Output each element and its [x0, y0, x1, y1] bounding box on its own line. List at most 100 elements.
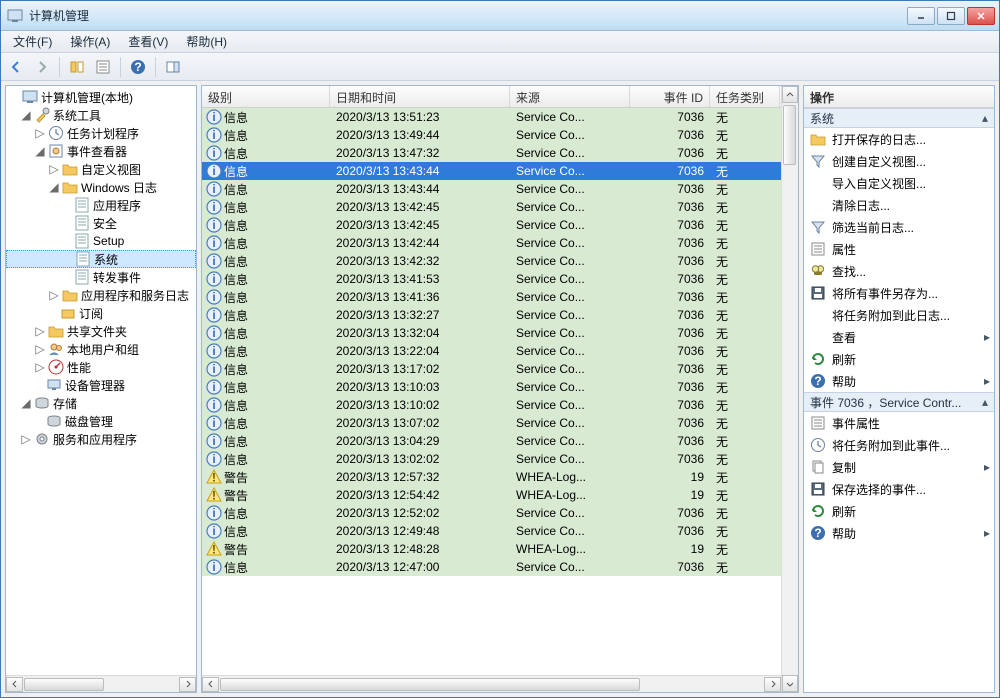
col-task-category[interactable]: 任务类别: [710, 86, 780, 107]
event-row[interactable]: 信息2020/3/13 13:41:53Service Co...7036无: [202, 270, 781, 288]
event-row[interactable]: 信息2020/3/13 13:07:02Service Co...7036无: [202, 414, 781, 432]
event-row[interactable]: 信息2020/3/13 13:47:32Service Co...7036无: [202, 144, 781, 162]
action-attach-task[interactable]: 将任务附加到此日志...: [804, 304, 994, 326]
expand-icon[interactable]: ▷: [48, 288, 60, 302]
expand-icon[interactable]: ▷: [34, 342, 46, 356]
back-button[interactable]: [5, 56, 27, 78]
tree-root[interactable]: 计算机管理(本地): [6, 88, 196, 106]
event-row[interactable]: 信息2020/3/13 13:42:45Service Co...7036无: [202, 198, 781, 216]
scroll-right-button[interactable]: [764, 677, 781, 692]
event-row[interactable]: 警告2020/3/13 12:48:28WHEA-Log...19无: [202, 540, 781, 558]
event-row[interactable]: 信息2020/3/13 13:42:32Service Co...7036无: [202, 252, 781, 270]
scroll-track[interactable]: [782, 103, 798, 675]
event-row[interactable]: 信息2020/3/13 13:51:23Service Co...7036无: [202, 108, 781, 126]
event-row[interactable]: 信息2020/3/13 12:47:00Service Co...7036无: [202, 558, 781, 576]
tree-forwarded[interactable]: 转发事件: [6, 268, 196, 286]
menu-view[interactable]: 查看(V): [120, 31, 176, 52]
collapse-icon[interactable]: ◢: [34, 144, 46, 158]
scroll-right-button[interactable]: [179, 677, 196, 692]
action-pane-button[interactable]: [162, 56, 184, 78]
help-button[interactable]: [127, 56, 149, 78]
scroll-track[interactable]: [219, 677, 764, 692]
event-row[interactable]: 信息2020/3/13 13:32:27Service Co...7036无: [202, 306, 781, 324]
tree-custom-views[interactable]: ▷自定义视图: [6, 160, 196, 178]
scroll-left-button[interactable]: [202, 677, 219, 692]
event-row[interactable]: 信息2020/3/13 13:17:02Service Co...7036无: [202, 360, 781, 378]
maximize-button[interactable]: [937, 7, 965, 25]
event-row[interactable]: 信息2020/3/13 13:42:45Service Co...7036无: [202, 216, 781, 234]
tree-app-log[interactable]: 应用程序: [6, 196, 196, 214]
event-row[interactable]: 信息2020/3/13 13:22:04Service Co...7036无: [202, 342, 781, 360]
col-level[interactable]: 级别: [202, 86, 330, 107]
action-event-properties[interactable]: 事件属性: [804, 412, 994, 434]
action-help-2[interactable]: 帮助▸: [804, 522, 994, 544]
list-hscrollbar[interactable]: [202, 675, 781, 692]
collapse-icon[interactable]: ◢: [48, 180, 60, 194]
event-row[interactable]: 信息2020/3/13 13:42:44Service Co...7036无: [202, 234, 781, 252]
action-view[interactable]: 查看▸: [804, 326, 994, 348]
event-row[interactable]: 信息2020/3/13 13:10:02Service Co...7036无: [202, 396, 781, 414]
collapse-icon[interactable]: ◢: [20, 108, 32, 122]
event-row[interactable]: 信息2020/3/13 13:04:29Service Co...7036无: [202, 432, 781, 450]
tree-setup-log[interactable]: Setup: [6, 232, 196, 250]
tree-services-apps[interactable]: ▷服务和应用程序: [6, 430, 196, 448]
expand-icon[interactable]: ▷: [34, 324, 46, 338]
tree-device-manager[interactable]: 设备管理器: [6, 376, 196, 394]
show-hide-tree-button[interactable]: [66, 56, 88, 78]
close-button[interactable]: [967, 7, 995, 25]
event-row[interactable]: 信息2020/3/13 13:43:44Service Co...7036无: [202, 180, 781, 198]
event-row[interactable]: 信息2020/3/13 13:02:02Service Co...7036无: [202, 450, 781, 468]
titlebar[interactable]: 计算机管理: [1, 1, 999, 31]
scroll-thumb[interactable]: [783, 105, 796, 165]
action-filter-log[interactable]: 筛选当前日志...: [804, 216, 994, 238]
tree-apps-services[interactable]: ▷应用程序和服务日志: [6, 286, 196, 304]
event-row[interactable]: 信息2020/3/13 12:49:48Service Co...7036无: [202, 522, 781, 540]
tree-performance[interactable]: ▷性能: [6, 358, 196, 376]
action-open-saved-log[interactable]: 打开保存的日志...: [804, 128, 994, 150]
expand-icon[interactable]: ▷: [48, 162, 60, 176]
actions-section-event[interactable]: 事件 7036 ，Service Contr...▴: [804, 392, 994, 412]
tree-subscriptions[interactable]: 订阅: [6, 304, 196, 322]
tree-storage[interactable]: ◢存储: [6, 394, 196, 412]
scroll-track[interactable]: [23, 677, 179, 692]
action-refresh[interactable]: 刷新: [804, 348, 994, 370]
action-create-custom-view[interactable]: 创建自定义视图...: [804, 150, 994, 172]
tree-event-viewer[interactable]: ◢事件查看器: [6, 142, 196, 160]
tree-system-log[interactable]: 系统: [6, 250, 196, 268]
tree-system-tools[interactable]: ◢系统工具: [6, 106, 196, 124]
tree-shared-folders[interactable]: ▷共享文件夹: [6, 322, 196, 340]
action-help[interactable]: 帮助▸: [804, 370, 994, 392]
action-save-selected[interactable]: 保存选择的事件...: [804, 478, 994, 500]
tree-security-log[interactable]: 安全: [6, 214, 196, 232]
action-clear-log[interactable]: 清除日志...: [804, 194, 994, 216]
tree[interactable]: 计算机管理(本地) ◢系统工具 ▷任务计划程序 ◢事件查看器 ▷自定义视图 ◢W…: [6, 86, 196, 675]
event-row[interactable]: 警告2020/3/13 12:54:42WHEA-Log...19无: [202, 486, 781, 504]
action-import-view[interactable]: 导入自定义视图...: [804, 172, 994, 194]
event-row[interactable]: 信息2020/3/13 13:49:44Service Co...7036无: [202, 126, 781, 144]
event-row[interactable]: 信息2020/3/13 12:52:02Service Co...7036无: [202, 504, 781, 522]
minimize-button[interactable]: [907, 7, 935, 25]
event-list[interactable]: 信息2020/3/13 13:51:23Service Co...7036无信息…: [202, 108, 781, 675]
expand-icon[interactable]: ▷: [20, 432, 32, 446]
tree-windows-logs[interactable]: ◢Windows 日志: [6, 178, 196, 196]
list-vscrollbar[interactable]: [781, 86, 798, 692]
event-row[interactable]: 信息2020/3/13 13:43:44Service Co...7036无: [202, 162, 781, 180]
action-properties[interactable]: 属性: [804, 238, 994, 260]
event-row[interactable]: 警告2020/3/13 12:57:32WHEA-Log...19无: [202, 468, 781, 486]
tree-local-users[interactable]: ▷本地用户和组: [6, 340, 196, 358]
scroll-left-button[interactable]: [6, 677, 23, 692]
col-source[interactable]: 来源: [510, 86, 630, 107]
collapse-icon[interactable]: ◢: [20, 396, 32, 410]
event-row[interactable]: 信息2020/3/13 13:10:03Service Co...7036无: [202, 378, 781, 396]
scroll-up-button[interactable]: [782, 86, 798, 103]
properties-button[interactable]: [92, 56, 114, 78]
action-attach-to-event[interactable]: 将任务附加到此事件...: [804, 434, 994, 456]
scroll-thumb[interactable]: [24, 678, 104, 691]
scroll-down-button[interactable]: [782, 675, 798, 692]
col-datetime[interactable]: 日期和时间: [330, 86, 510, 107]
menu-file[interactable]: 文件(F): [5, 31, 60, 52]
menu-help[interactable]: 帮助(H): [178, 31, 235, 52]
action-find[interactable]: 查找...: [804, 260, 994, 282]
action-refresh-2[interactable]: 刷新: [804, 500, 994, 522]
event-row[interactable]: 信息2020/3/13 13:32:04Service Co...7036无: [202, 324, 781, 342]
